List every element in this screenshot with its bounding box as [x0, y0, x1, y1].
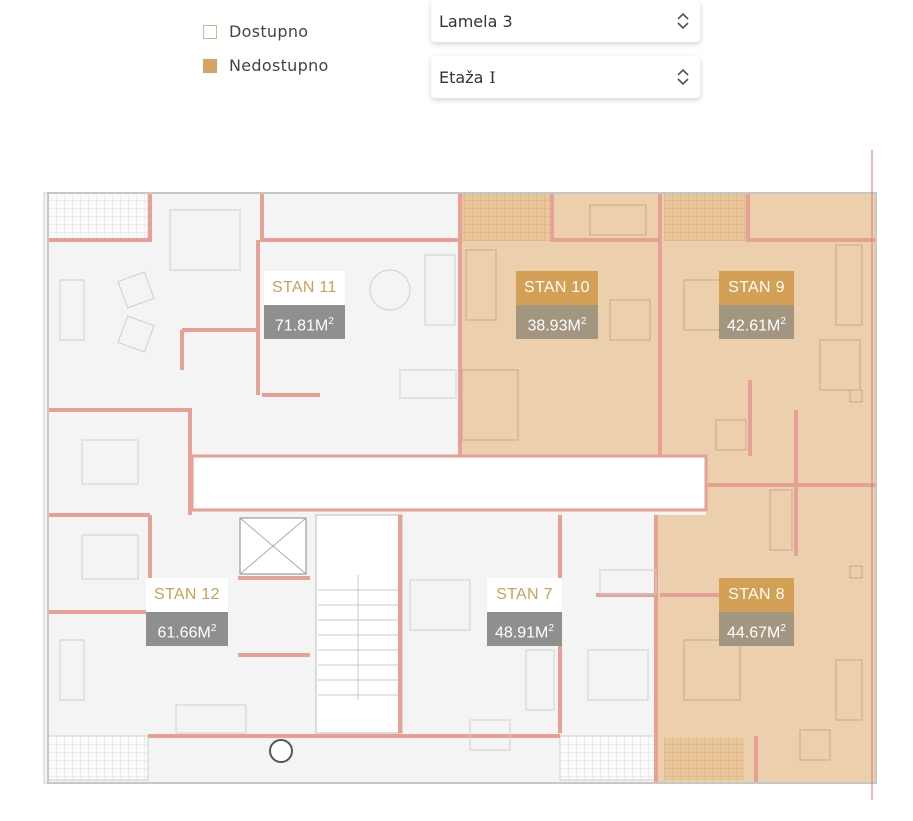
stan-7-label[interactable]: STAN 7 48.91M2 — [487, 578, 562, 646]
stan-10-label[interactable]: STAN 10 38.93M2 — [516, 271, 598, 339]
stan-8-area[interactable] — [656, 515, 876, 783]
stan-9-area: 42.61M — [727, 317, 781, 335]
stan-9-label[interactable]: STAN 9 42.61M2 — [719, 271, 794, 339]
balcony — [47, 735, 149, 781]
stan-8-label[interactable]: STAN 8 44.67M2 — [719, 578, 794, 646]
chimney-icon — [269, 739, 293, 763]
stairwell — [315, 514, 403, 734]
floor-plan — [43, 150, 877, 800]
stan-7-area: 48.91M — [495, 624, 549, 642]
stan-8-area: 44.67M — [727, 624, 781, 642]
stan-10-area: 38.93M — [527, 317, 581, 335]
stan-12-area: 61.66M — [157, 624, 211, 642]
stan-11-area: 71.81M — [274, 317, 329, 335]
stan-12-label[interactable]: STAN 12 61.66M2 — [146, 578, 228, 646]
stan-11-label[interactable]: STAN 11 71.81M2 — [264, 271, 345, 339]
corridor — [190, 454, 708, 512]
balcony — [559, 735, 661, 781]
balcony — [47, 192, 149, 242]
